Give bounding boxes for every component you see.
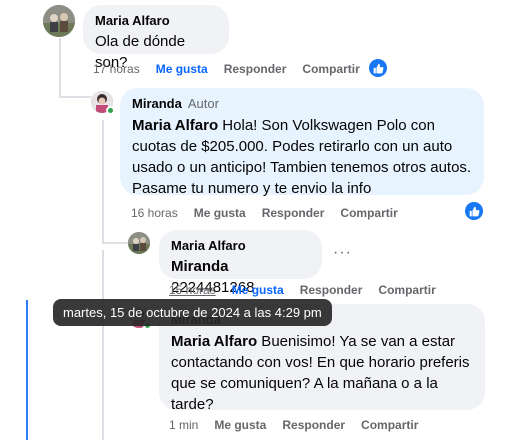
- share-button[interactable]: Compartir: [302, 62, 359, 76]
- comment-timestamp[interactable]: 17 horas: [93, 62, 140, 76]
- more-options-icon[interactable]: ···: [333, 244, 352, 262]
- comment-actions-1: 17 horas Me gusta Responder Compartir: [93, 62, 360, 76]
- online-status-indicator: [106, 106, 115, 115]
- share-button[interactable]: Compartir: [340, 206, 397, 220]
- thread-line-2: [102, 120, 104, 244]
- comment-text: Maria Alfaro Hola! Son Volkswagen Polo c…: [132, 117, 472, 197]
- comment-bubble-2: Miranda Autor Maria Alfaro Hola! Son Volk…: [120, 88, 484, 197]
- comment-text: Maria Alfaro Buenisimo! Ya se van a esta…: [171, 333, 470, 413]
- comment-actions-3: 15 horas Me gusta Responder Compartir: [169, 283, 436, 297]
- share-button[interactable]: Compartir: [361, 418, 418, 432]
- reply-button[interactable]: Responder: [224, 62, 287, 76]
- avatar-maria[interactable]: [43, 5, 75, 37]
- comment-timestamp[interactable]: 16 horas: [131, 206, 178, 220]
- reply-button[interactable]: Responder: [262, 206, 325, 220]
- like-button[interactable]: Me gusta: [156, 62, 208, 76]
- comment-author[interactable]: Maria Alfaro: [95, 13, 217, 29]
- thumbs-up-icon[interactable]: [369, 59, 387, 77]
- mention-link[interactable]: Maria Alfaro: [171, 333, 257, 350]
- share-button[interactable]: Compartir: [378, 283, 435, 297]
- thumbs-up-icon[interactable]: [465, 202, 483, 220]
- comment-bubble-1: Maria Alfaro Ola de dónde son?: [83, 5, 229, 71]
- mention-link[interactable]: Maria Alfaro: [132, 117, 218, 134]
- reply-button[interactable]: Responder: [282, 418, 345, 432]
- comment-timestamp[interactable]: 1 min: [169, 418, 198, 432]
- avatar-maria[interactable]: [128, 232, 150, 254]
- thread-line-1: [59, 38, 61, 98]
- author-badge: Autor: [187, 96, 219, 111]
- like-button[interactable]: Me gusta: [232, 283, 284, 297]
- comment-author[interactable]: Maria Alfaro: [171, 238, 310, 254]
- comment-timestamp[interactable]: 15 horas: [169, 283, 216, 297]
- like-button[interactable]: Me gusta: [214, 418, 266, 432]
- focused-comment-bar: [26, 300, 28, 440]
- mention-link[interactable]: Miranda: [171, 258, 229, 275]
- like-button[interactable]: Me gusta: [194, 206, 246, 220]
- thread-line-3: [102, 250, 104, 440]
- timestamp-tooltip: martes, 15 de octubre de 2024 a las 4:29…: [53, 299, 332, 326]
- reply-button[interactable]: Responder: [300, 283, 363, 297]
- comment-bubble-3: Maria Alfaro Miranda 2224481268: [159, 230, 322, 296]
- comment-actions-4: 1 min Me gusta Responder Compartir: [169, 418, 418, 432]
- thread-line-1-curve: [59, 96, 91, 98]
- comment-author[interactable]: Miranda: [132, 96, 182, 111]
- thread-line-2-curve: [102, 242, 128, 244]
- comment-actions-2: 16 horas Me gusta Responder Compartir: [131, 206, 398, 220]
